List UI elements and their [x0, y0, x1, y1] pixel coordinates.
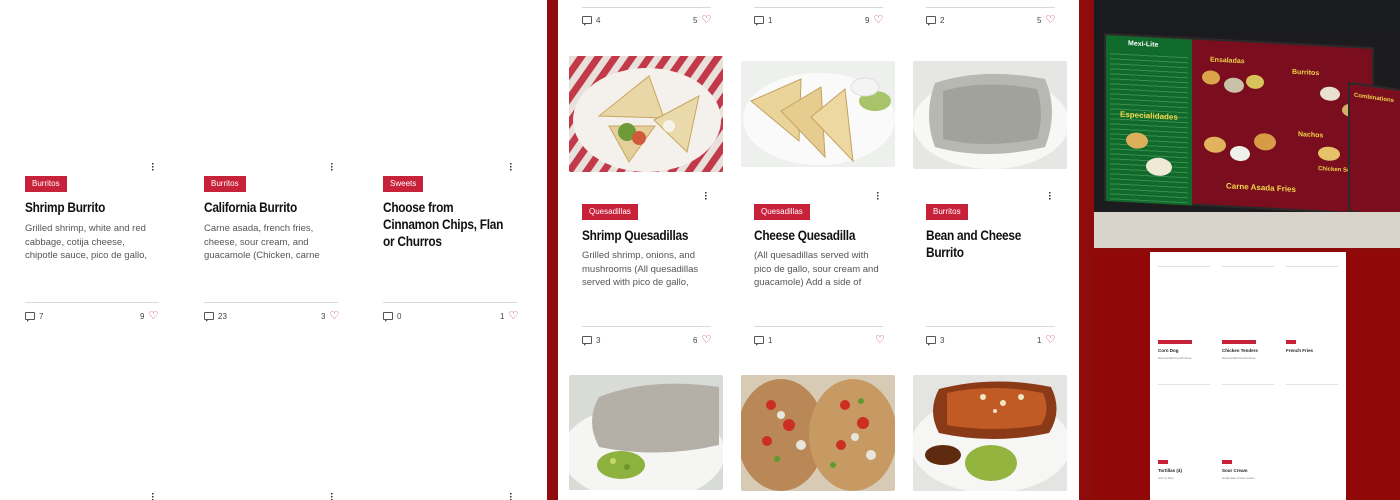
like-count[interactable]: 3 ♡: [321, 311, 339, 322]
menu-board: Mexi-Lite Ensaladas Burritos Especialida…: [1104, 32, 1374, 216]
comment-icon: [582, 336, 592, 346]
like-count[interactable]: 6 ♡: [693, 335, 711, 346]
mini-title[interactable]: Corn Dog: [1158, 348, 1179, 353]
post-description: Carne asada, french fries, cheese, sour …: [204, 223, 320, 264]
category-badge[interactable]: Quesadillas: [754, 204, 810, 220]
mini-title[interactable]: French Fries: [1286, 348, 1313, 353]
board-heading-carne-asada-fries: Carne Asada Fries: [1226, 181, 1296, 194]
post-title[interactable]: California Burrito: [204, 199, 336, 216]
post-title[interactable]: Choose from Cinnamon Chips, Flan or Chur…: [383, 199, 506, 250]
comment-icon: [754, 336, 764, 346]
menu-board-photo: Mexi-Lite Ensaladas Burritos Especialida…: [1094, 0, 1400, 248]
divider: [1222, 266, 1274, 267]
more-options-icon[interactable]: ···: [1048, 189, 1052, 205]
heart-icon[interactable]: ♡: [701, 335, 711, 346]
divider: [926, 326, 1055, 327]
like-count[interactable]: 1 ♡: [1037, 335, 1055, 346]
post-image-tacos[interactable]: [741, 375, 895, 491]
more-options-icon[interactable]: ···: [509, 490, 513, 500]
heart-icon[interactable]: ♡: [148, 311, 158, 322]
mini-badge: [1222, 340, 1256, 344]
board-heading-nachos: Nachos: [1298, 131, 1324, 140]
post-card-cheese-quesadilla[interactable]: · · · Quesadillas Cheese Quesadilla (All q…: [754, 0, 886, 350]
category-badge[interactable]: Burritos: [25, 176, 67, 192]
more-options-icon[interactable]: ···: [330, 160, 334, 176]
post-title[interactable]: Shrimp Quesadillas: [582, 227, 714, 244]
comment-count[interactable]: 3: [582, 335, 600, 346]
mini-description: corn or flour: [1158, 476, 1175, 480]
mini-grid-panel: Corn Dog Chicken Tenders French Fries Se…: [1094, 252, 1400, 500]
mini-badge: [1158, 340, 1192, 344]
post-card-bean-cheese-burrito[interactable]: · · · Burritos Bean and Cheese Burrito 3 1…: [926, 0, 1055, 350]
comment-icon: [926, 336, 936, 346]
like-count[interactable]: 9 ♡: [140, 311, 158, 322]
divider: [1286, 384, 1338, 385]
post-title[interactable]: Bean and Cheese Burrito: [926, 227, 1058, 261]
comment-count[interactable]: 3: [926, 335, 944, 346]
divider: [1222, 384, 1274, 385]
comment-count[interactable]: 7: [25, 311, 43, 322]
mini-post-grid: Corn Dog Chicken Tenders French Fries Se…: [1150, 252, 1346, 500]
more-options-icon[interactable]: ···: [151, 160, 155, 176]
board-heading-combinations: Combinations: [1354, 92, 1394, 105]
divider: [383, 302, 517, 303]
more-options-icon[interactable]: ···: [151, 490, 155, 500]
blog-panel-middle: 4 5 ♡ 1 9 ♡ 2 5 ♡ · · · Quesadillas Shri…: [547, 0, 1090, 500]
post-grid: 4 5 ♡ 1 9 ♡ 2 5 ♡ · · · Quesadillas Shri…: [558, 0, 1079, 500]
post-title[interactable]: Shrimp Burrito: [25, 199, 157, 216]
heart-icon[interactable]: ♡: [875, 335, 885, 346]
divider: [25, 302, 159, 303]
like-count[interactable]: ♡: [871, 335, 885, 346]
post-title[interactable]: Cheese Quesadilla: [754, 227, 886, 244]
divider: [582, 326, 711, 327]
comment-icon: [25, 312, 35, 322]
mini-description: small side of sour cream: [1222, 476, 1255, 480]
mini-title[interactable]: Sour Cream: [1222, 468, 1248, 473]
post-card-shrimp-burrito[interactable]: · · · Burritos Shrimp Burrito Grilled shri…: [25, 0, 159, 500]
board-heading-ensaladas: Ensaladas: [1210, 56, 1245, 66]
board-list: [1110, 49, 1188, 204]
mini-badge: [1286, 340, 1296, 344]
mini-description: Served with French Fries: [1158, 356, 1192, 360]
comment-icon: [383, 312, 393, 322]
mini-badge: [1158, 460, 1168, 464]
heart-icon[interactable]: ♡: [1045, 335, 1055, 346]
post-image-enchilada-burrito[interactable]: [913, 375, 1067, 491]
comment-count[interactable]: 0: [383, 311, 401, 322]
category-badge[interactable]: Burritos: [204, 176, 246, 192]
board-heading-burritos: Burritos: [1292, 68, 1320, 78]
mini-title[interactable]: Chicken Tenders: [1222, 348, 1258, 353]
comment-icon: [204, 312, 214, 322]
more-options-icon[interactable]: ···: [704, 189, 708, 205]
heart-icon[interactable]: ♡: [508, 311, 518, 322]
divider: [754, 326, 883, 327]
category-badge[interactable]: Quesadillas: [582, 204, 638, 220]
post-card-sweets[interactable]: · · · Sweets Choose from Cinnamon Chips, F…: [383, 0, 518, 500]
more-options-icon[interactable]: ···: [330, 490, 334, 500]
category-badge[interactable]: Burritos: [926, 204, 968, 220]
more-options-icon[interactable]: ···: [876, 189, 880, 205]
heart-icon[interactable]: ♡: [329, 311, 339, 322]
blog-panel-left: · · · Burritos Shrimp Burrito Grilled shri…: [0, 0, 543, 500]
divider: [1158, 384, 1210, 385]
divider: [204, 302, 338, 303]
like-count[interactable]: 1 ♡: [500, 311, 518, 322]
comment-count[interactable]: 23: [204, 311, 227, 322]
menu-board-side: Combinations: [1348, 81, 1400, 221]
post-image-burrito-guacamole[interactable]: [569, 375, 723, 490]
post-description: Grilled shrimp, onions, and mushrooms (A…: [582, 250, 699, 291]
divider: [1158, 266, 1210, 267]
post-description: Grilled shrimp, white and red cabbage, c…: [25, 223, 147, 264]
mini-title[interactable]: Tortillas (4): [1158, 468, 1182, 473]
post-card-california-burrito[interactable]: · · · Burritos California Burrito Carne as…: [204, 0, 339, 500]
more-options-icon[interactable]: ···: [509, 160, 513, 176]
post-description: (All quesadillas served with pico de gal…: [754, 250, 879, 291]
category-badge[interactable]: Sweets: [383, 176, 424, 192]
post-card-shrimp-quesadillas[interactable]: · · · Quesadillas Shrimp Quesadillas Grill…: [582, 0, 711, 350]
mini-badge: [1222, 460, 1232, 464]
divider: [1286, 266, 1338, 267]
mini-description: Served with French Fries: [1222, 356, 1256, 360]
comment-count[interactable]: 1: [754, 335, 772, 346]
